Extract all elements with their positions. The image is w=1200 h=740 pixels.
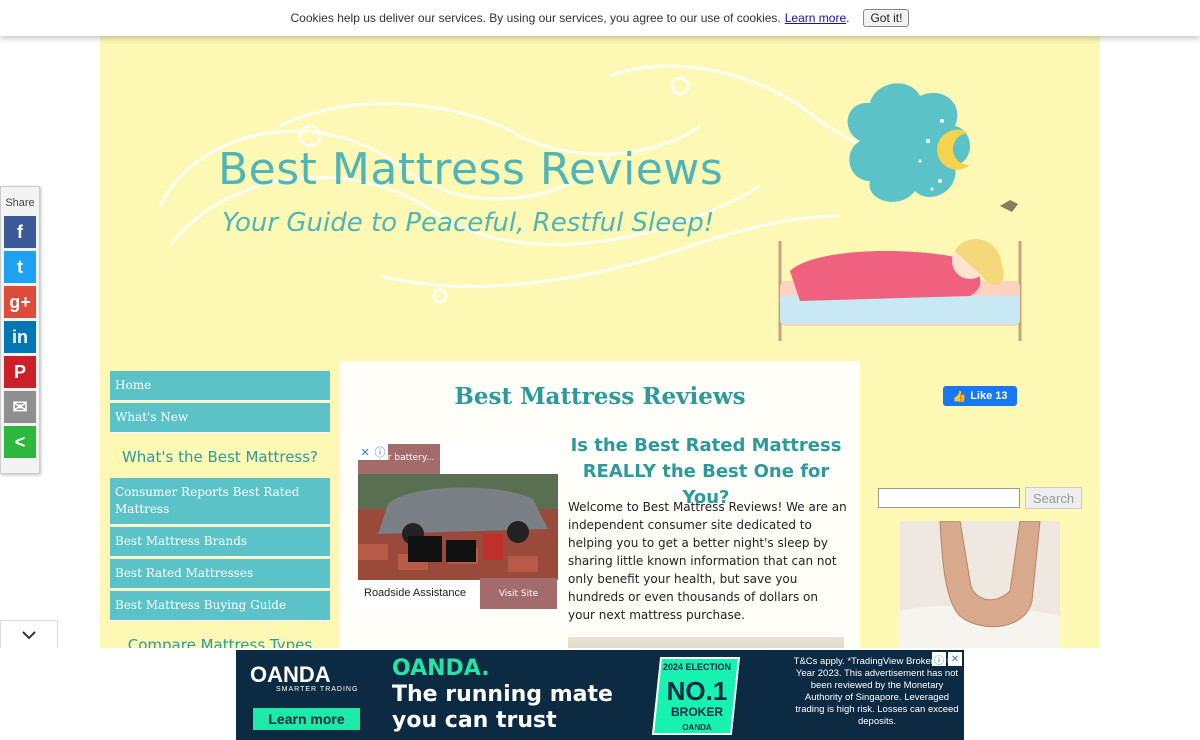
ad-choice-controls: ⓘ ✕ <box>932 652 962 667</box>
nav-item-best-rated[interactable]: Best Rated Mattresses <box>110 559 330 589</box>
ad-close-icon[interactable]: ✕ <box>360 446 369 459</box>
share-facebook-icon[interactable]: f <box>4 216 36 248</box>
oanda-logo-text: OANDA <box>250 662 331 687</box>
cookie-punct: . <box>846 11 850 25</box>
cookie-message: Cookies help us deliver our services. By… <box>290 11 781 25</box>
facebook-like-button[interactable]: 👍 Like 13 <box>943 386 1017 406</box>
nav-heading-best-mattress[interactable]: What's the Best Mattress? <box>110 435 330 478</box>
ad-close-icon[interactable]: ✕ <box>948 652 962 666</box>
share-share-icon[interactable]: < <box>4 426 36 458</box>
share-sidebar: Share f t g+ in P ✉ < <box>0 186 40 474</box>
chevron-down-icon <box>22 630 36 639</box>
share-google-plus-icon[interactable]: g+ <box>4 286 36 318</box>
search-input[interactable] <box>878 488 1020 508</box>
hand-on-mattress-photo <box>900 521 1060 651</box>
oanda-headline[interactable]: OANDA. The running mate you can trust <box>392 656 613 734</box>
badge-brand-text: OANDA <box>682 723 712 732</box>
search-button[interactable]: Search <box>1025 487 1082 509</box>
inline-ad[interactable]: Car battery... ✕ ⓘ Roadside Assistance V… <box>358 444 558 609</box>
ad-caption[interactable]: Roadside Assistance <box>364 587 466 599</box>
ad-info-icon[interactable]: ⓘ <box>375 444 386 460</box>
share-pinterest-icon[interactable]: P <box>4 356 36 388</box>
oanda-banner-ad[interactable]: OANDA SMARTER TRADING Learn more OANDA. … <box>236 650 964 740</box>
ad-controls: ✕ ⓘ <box>358 444 388 460</box>
share-linkedin-icon[interactable]: in <box>4 321 36 353</box>
site-header: Best Mattress Reviews Your Guide to Peac… <box>100 36 1100 356</box>
cookie-got-it-button[interactable]: Got it! <box>863 9 910 27</box>
share-twitter-icon[interactable]: t <box>4 251 36 283</box>
nav-item-home[interactable]: Home <box>110 371 330 401</box>
site-tagline: Your Guide to Peaceful, Restful Sleep! <box>222 208 715 238</box>
ad-visit-site-button[interactable]: Visit Site <box>480 578 557 609</box>
fb-like-label: Like 13 <box>970 390 1008 402</box>
badge-top-text: 2024 ELECTION <box>663 662 731 672</box>
oanda-logo-sub: SMARTER TRADING <box>276 686 359 693</box>
intro-paragraph: Welcome to Best Mattress Reviews! We are… <box>568 500 847 622</box>
share-label: Share <box>5 197 35 209</box>
page-container: Best Mattress Reviews Your Guide to Peac… <box>100 36 1100 740</box>
sleeping-girl-illustration <box>778 83 1022 341</box>
collapse-share-button[interactable] <box>0 620 58 648</box>
ad-info-icon[interactable]: ⓘ <box>932 652 946 667</box>
badge-no1-text: NO.1 <box>667 676 728 706</box>
nav-item-whats-new[interactable]: What's New <box>110 403 330 433</box>
car-battery-photo[interactable] <box>358 474 558 580</box>
nav-item-buying-guide[interactable]: Best Mattress Buying Guide <box>110 591 330 621</box>
oanda-logo[interactable]: OANDA SMARTER TRADING <box>250 662 358 693</box>
oanda-fine-print: T&Cs apply. *TradingView Broker of the Y… <box>793 656 961 727</box>
page-title: Best Mattress Reviews <box>454 383 746 410</box>
award-badge: 2024 ELECTION NO.1 BROKER OANDA <box>651 657 741 735</box>
oanda-headline-3: you can trust <box>392 708 557 733</box>
oanda-headline-1: OANDA. <box>392 656 490 681</box>
thumbs-up-icon: 👍 <box>952 390 967 403</box>
cookie-learn-more-link[interactable]: Learn more <box>785 11 846 25</box>
cookie-banner: Cookies help us deliver our services. By… <box>0 0 1200 36</box>
badge-broker-text: BROKER <box>671 705 723 719</box>
oanda-learn-more-button[interactable]: Learn more <box>253 708 360 730</box>
nav-item-consumer-reports[interactable]: Consumer Reports Best Rated Mattress <box>110 478 330 525</box>
site-title[interactable]: Best Mattress Reviews <box>218 144 723 195</box>
oanda-headline-2: The running mate <box>392 682 613 707</box>
nav-item-mattress-brands[interactable]: Best Mattress Brands <box>110 527 330 557</box>
left-navigation: Home What's New What's the Best Mattress… <box>110 371 330 666</box>
share-email-icon[interactable]: ✉ <box>4 391 36 423</box>
